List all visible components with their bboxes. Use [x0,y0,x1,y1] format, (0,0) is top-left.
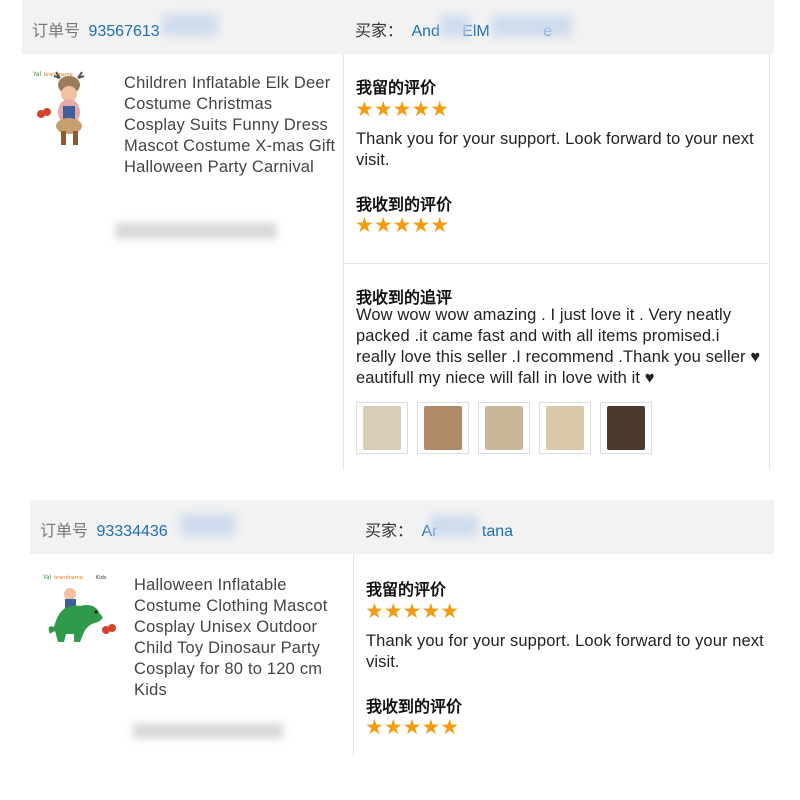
buyer-label: 买家： [365,523,414,540]
received-review-stars: ★★★★★ [365,716,460,739]
redaction-blur [430,515,478,537]
redaction-blur [133,723,283,739]
svg-text:brandname: brandname [54,575,83,581]
received-review-title: 我收到的评价 [366,697,463,716]
order-header: 订单号 93334436 买家： Ar tana [30,500,774,554]
order-card-2: 订单号 93334436 买家： Ar tana Yal brandname K… [0,0,800,800]
product-image-dinosaur-costume[interactable]: Yal brandname Kids [40,572,120,648]
product-title-link[interactable]: Halloween Inflatable Costume Clothing Ma… [134,575,344,701]
redaction-blur [180,514,236,536]
order-number-link[interactable]: 93334436 [96,523,167,540]
order-number-label: 订单号 [40,523,89,540]
my-review-stars: ★★★★★ [365,600,460,623]
order-number-row: 订单号 93334436 [40,517,168,541]
svg-text:Kids: Kids [96,575,107,581]
svg-text:Yal: Yal [42,574,52,581]
my-review-title: 我留的评价 [366,580,447,599]
column-divider [353,554,354,756]
my-review-text: Thank you for your support. Look forward… [366,632,764,671]
